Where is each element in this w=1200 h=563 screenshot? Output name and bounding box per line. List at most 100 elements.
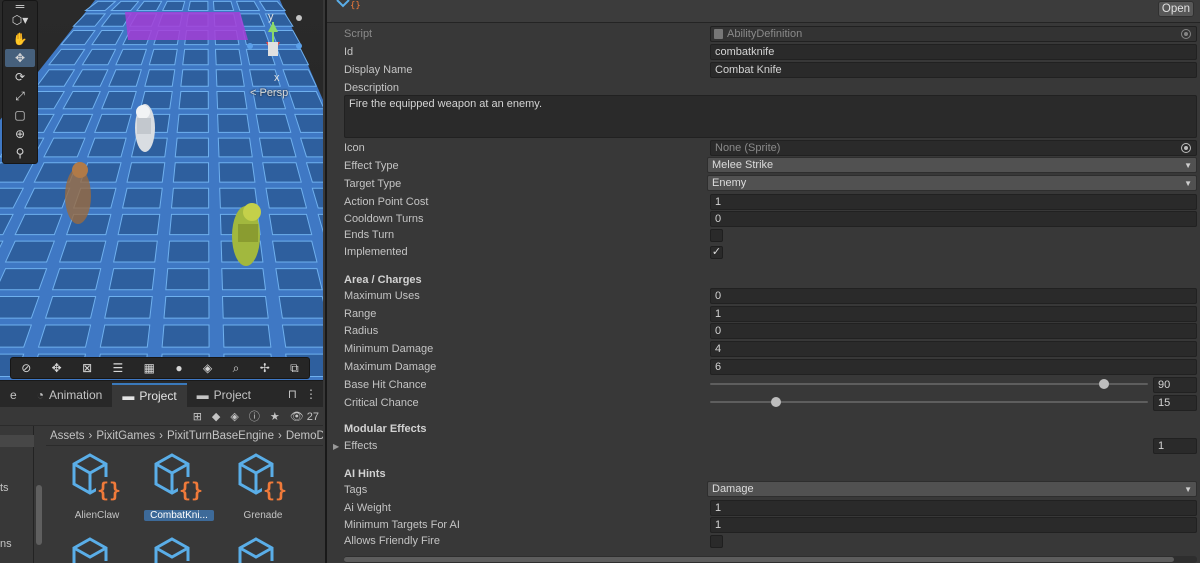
breadcrumb-item[interactable]: DemoD (286, 430, 323, 442)
folder-icon: ▬ (122, 389, 135, 403)
project-folder-tree[interactable]: ts ns (0, 426, 34, 563)
scene-overlay-toolbar: ⊘ ✥ ⊠ ☰ ▦ ● ◈ ⌕ ✢ ⧉ (10, 357, 310, 379)
maximum-damage-field[interactable]: 6 (710, 359, 1197, 375)
asset-tile[interactable]: {} (62, 535, 132, 563)
id-field[interactable]: combatknife (710, 44, 1197, 60)
effects-foldout-arrow-icon[interactable]: ▶ (333, 442, 339, 451)
ai-weight-field[interactable]: 1 (710, 500, 1197, 516)
compass-icon[interactable]: ⊘ (21, 361, 31, 375)
critical-chance-slider[interactable] (710, 396, 1148, 408)
inspector-horizontal-scrollbar[interactable] (344, 556, 1197, 563)
area-charges-header: Area / Charges (344, 274, 422, 286)
asset-tile[interactable]: {} (144, 535, 214, 563)
scriptable-object-icon: {} (238, 537, 288, 563)
favorite-icon[interactable]: ★ (270, 410, 280, 423)
folder-row[interactable]: ns (0, 538, 12, 550)
scriptable-object-icon: {} (154, 453, 204, 502)
slider-track (710, 383, 1148, 385)
sliders-icon[interactable]: ☰ (113, 361, 124, 375)
slider-handle[interactable] (770, 397, 781, 407)
radius-field[interactable]: 0 (710, 323, 1197, 339)
effects-count-field[interactable]: 1 (1153, 438, 1197, 454)
transform-tool-icon[interactable]: ⊕ (5, 125, 35, 143)
breadcrumb-item[interactable]: PixitGames (96, 430, 155, 442)
kebab-menu-icon[interactable]: ⋮ (305, 387, 317, 401)
circle-icon[interactable]: ● (175, 361, 182, 375)
dropdown-arrow-icon: ▼ (1184, 179, 1192, 188)
nodes-icon[interactable]: ✢ (260, 361, 270, 375)
open-button[interactable]: Open (1158, 1, 1194, 17)
critical-chance-field[interactable]: 15 (1153, 395, 1197, 411)
minimum-damage-field[interactable]: 4 (710, 341, 1197, 357)
camera-icon[interactable]: ⧉ (290, 361, 299, 376)
grid-tile (180, 69, 209, 87)
rect-tool-icon[interactable]: ▢ (5, 106, 35, 124)
hidden-count[interactable]: 👁 27 (290, 410, 319, 423)
scrollbar-thumb[interactable] (344, 557, 1174, 562)
grid-tile (172, 162, 210, 183)
ends-turn-checkbox[interactable] (710, 229, 723, 242)
info-icon[interactable]: ⓘ (249, 408, 260, 424)
grid-tile (278, 296, 323, 319)
lock-icon[interactable]: ⊓ (288, 387, 297, 401)
effect-type-dropdown[interactable]: Melee Strike ▼ (707, 157, 1197, 173)
cooldown-turns-field[interactable]: 0 (710, 211, 1197, 227)
script-label: Script (344, 28, 373, 40)
drag-handle-icon[interactable]: ═ (5, 0, 35, 13)
asset-tile[interactable]: {} AlienClaw (62, 451, 132, 521)
search-icon[interactable]: ⌕ (233, 361, 240, 376)
tab-animation[interactable]: ◔ Animation (27, 383, 113, 407)
tags-dropdown[interactable]: Damage ▼ (707, 481, 1197, 497)
label-icon[interactable]: ◈ (230, 410, 238, 423)
clock-icon: ◔ (36, 388, 44, 402)
base-hit-chance-field[interactable]: 90 (1153, 377, 1197, 393)
folder-row-selected[interactable] (0, 435, 34, 447)
grid-tile (126, 162, 166, 183)
project-tabs: e ◔ Animation ▬ Project ▬ Project ⊓ ⋮ (0, 381, 323, 407)
tab-project-2[interactable]: ▬ Project (187, 383, 261, 407)
hatch-icon[interactable]: ▦ (144, 361, 155, 375)
scale-tool-icon[interactable]: ⤢ (5, 87, 35, 105)
base-hit-chance-slider[interactable] (710, 378, 1148, 390)
asset-label: AlienClaw (74, 510, 120, 521)
range-field[interactable]: 1 (710, 306, 1197, 322)
move-icon[interactable]: ✥ (52, 361, 62, 375)
friendly-fire-checkbox[interactable] (710, 535, 723, 548)
rotate-tool-icon[interactable]: ⟳ (5, 68, 35, 86)
orientation-dropdown[interactable]: ⬡▾ (5, 11, 35, 29)
description-textarea[interactable]: Fire the equipped weapon at an enemy. (344, 95, 1197, 138)
icon-field[interactable]: None (Sprite) (710, 140, 1197, 156)
asset-tile-selected[interactable]: {} CombatKni... (144, 451, 214, 521)
asset-tile[interactable]: {} (228, 535, 298, 563)
object-picker-icon[interactable] (1181, 143, 1191, 153)
slider-handle[interactable] (1099, 379, 1110, 389)
layers-icon[interactable]: ◈ (203, 361, 212, 375)
persp-label[interactable]: < Persp (250, 87, 288, 99)
gizmo-x-label: x (274, 72, 280, 84)
grid-tile (169, 213, 210, 236)
maximum-uses-field[interactable]: 0 (710, 288, 1197, 304)
asset-tile[interactable]: {} Grenade (228, 451, 298, 521)
tab-hidden[interactable]: e (0, 383, 27, 407)
minimum-targets-field[interactable]: 1 (710, 517, 1197, 533)
cross-grid-icon[interactable]: ⊠ (82, 361, 92, 375)
inspector-panel: {} Open Script AbilityDefinition Id comb… (325, 0, 1200, 563)
tab-project-1[interactable]: ▬ Project (112, 383, 187, 407)
project-scrollbar[interactable] (36, 429, 44, 563)
filter-type-icon[interactable]: ◆ (212, 410, 220, 423)
create-icon[interactable]: ⊞ (193, 410, 202, 423)
grid-tile (182, 48, 209, 66)
grid-tile (221, 268, 267, 291)
folder-row[interactable]: ts (0, 482, 9, 494)
display-name-field[interactable]: Combat Knife (710, 62, 1197, 78)
implemented-checkbox[interactable]: ✓ (710, 246, 723, 259)
target-type-dropdown[interactable]: Enemy ▼ (707, 175, 1197, 191)
breadcrumb-item[interactable]: Assets (50, 430, 85, 442)
move-tool-icon[interactable]: ✥ (5, 49, 35, 67)
breadcrumb-item[interactable]: PixitTurnBaseEngine (167, 430, 274, 442)
hand-tool-icon[interactable]: ✋ (5, 30, 35, 48)
effects-label[interactable]: Effects (344, 440, 377, 452)
action-point-cost-field[interactable]: 1 (710, 194, 1197, 210)
custom-tool-icon[interactable]: ⚲ (5, 144, 35, 162)
scene-view[interactable]: y x ═ ⬡▾ ✋ ✥ ⟳ ⤢ ▢ ⊕ ⚲ < Persp ⊘ ✥ ⊠ ☰ ▦… (0, 0, 323, 380)
